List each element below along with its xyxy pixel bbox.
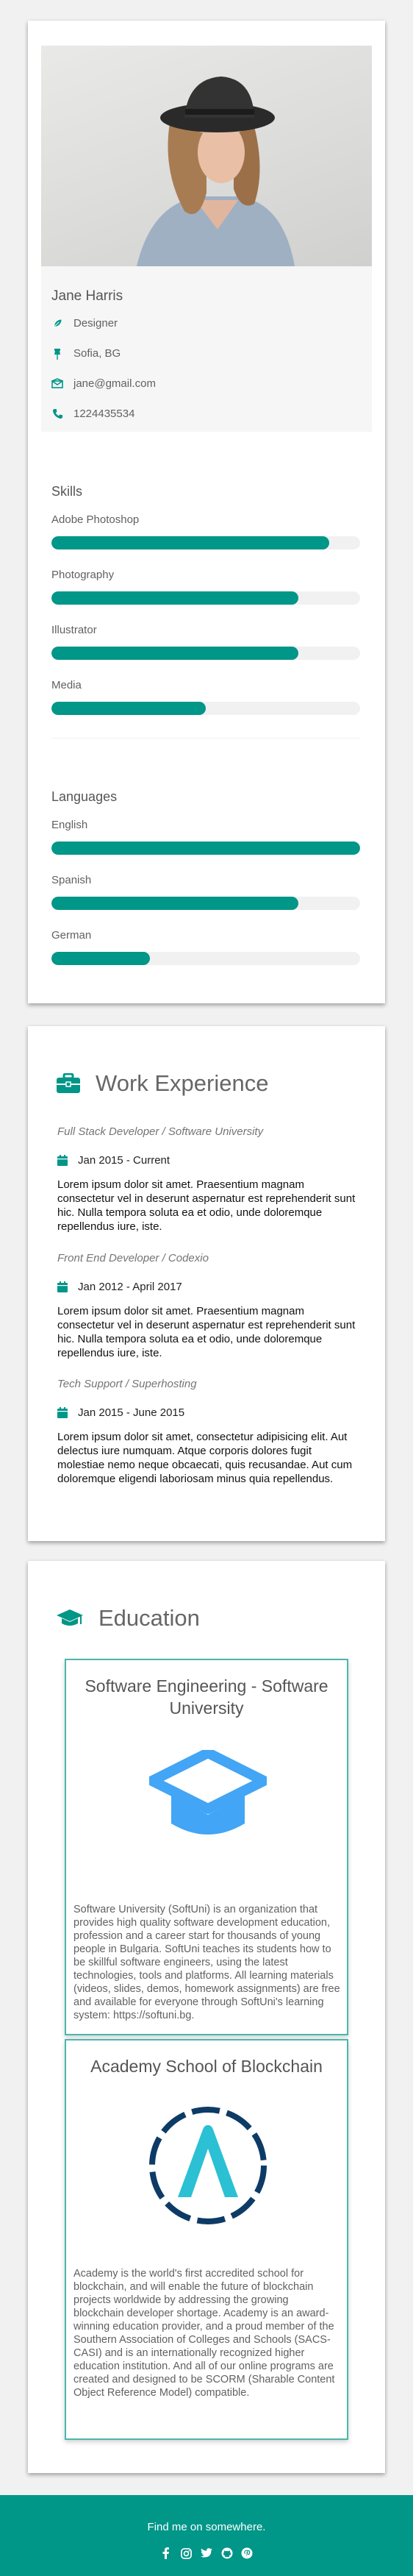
language-progress-fill xyxy=(51,842,360,855)
phone-icon xyxy=(51,408,63,420)
job-date-row: Jan 2015 - June 2015 xyxy=(57,1406,184,1419)
language-progress-bar xyxy=(51,897,360,910)
language-progress-bar xyxy=(51,842,360,855)
skill-progress-bar xyxy=(51,702,360,715)
job-date: Jan 2015 - June 2015 xyxy=(78,1406,185,1419)
profile-name: Jane Harris xyxy=(51,288,123,304)
pinterest-icon[interactable] xyxy=(240,2547,254,2560)
languages-heading: Languages xyxy=(51,789,118,804)
skill-progress-bar xyxy=(51,536,360,549)
job-date: Jan 2012 - April 2017 xyxy=(78,1281,182,1293)
language-progress-fill xyxy=(51,897,298,910)
skill-progress-fill xyxy=(51,647,298,660)
profile-phone[interactable]: 1224435534 xyxy=(73,408,134,420)
language-progress-bar xyxy=(51,952,360,965)
education-card: Education Software Engineering - Softwar… xyxy=(28,1561,385,2473)
envelope-icon xyxy=(51,377,64,390)
skill-progress-fill xyxy=(51,702,206,715)
graduation-cap-icon xyxy=(56,1609,84,1628)
language-label: English xyxy=(51,819,88,831)
profile-job-row: Designer xyxy=(51,317,118,330)
job-description: Lorem ipsum dolor sit amet. Praesentium … xyxy=(57,1305,356,1359)
blockchain-academy-logo xyxy=(146,2103,270,2231)
job-date: Jan 2015 - Current xyxy=(78,1154,170,1167)
job-title: Full Stack Developer / Software Universi… xyxy=(57,1125,264,1138)
skills-divider xyxy=(51,738,360,739)
profile-location-row: Sofia, BG xyxy=(51,347,121,360)
work-experience-title-text: Work Experience xyxy=(96,1070,269,1096)
skill-progress-bar xyxy=(51,591,360,605)
education-item: Software Engineering - Software Universi… xyxy=(65,1659,348,2035)
graduation-cap-logo xyxy=(147,1748,269,1846)
profile-location: Sofia, BG xyxy=(73,347,121,360)
education-title: Education xyxy=(56,1605,200,1632)
education-title-text: Education xyxy=(98,1605,200,1631)
skill-label: Adobe Photoshop xyxy=(51,513,140,526)
profile-job: Designer xyxy=(73,317,118,330)
language-progress-fill xyxy=(51,952,151,965)
feather-icon xyxy=(51,318,63,330)
profile-email[interactable]: jane@gmail.com xyxy=(73,377,156,390)
job-date-row: Jan 2012 - April 2017 xyxy=(57,1281,182,1293)
education-item-name: Academy School of Blockchain xyxy=(90,2057,323,2076)
twitter-icon[interactable] xyxy=(200,2547,213,2560)
education-item-name: Software Engineering - Software Universi… xyxy=(85,1676,328,1718)
skill-progress-fill xyxy=(51,536,329,549)
education-item-description: Software University (SoftUni) is an orga… xyxy=(73,1904,340,2021)
job-description: Lorem ipsum dolor sit amet, consectetur … xyxy=(57,1431,353,1485)
language-label: Spanish xyxy=(51,874,92,886)
instagram-icon[interactable] xyxy=(180,2547,193,2560)
job-date-row: Jan 2015 - Current xyxy=(57,1154,170,1167)
education-item-description: Academy is the world's first accredited … xyxy=(73,2268,335,2399)
footer: Find me on somewhere. xyxy=(0,2495,413,2576)
skill-label: Photography xyxy=(51,569,115,581)
skills-heading: Skills xyxy=(51,484,83,499)
work-experience-title: Work Experience xyxy=(56,1070,268,1097)
job-title: Front End Developer / Codexio xyxy=(57,1252,209,1264)
calendar-icon xyxy=(57,1281,68,1292)
social-links xyxy=(159,2547,254,2560)
job-title: Tech Support / Superhosting xyxy=(57,1378,197,1390)
language-label: German xyxy=(51,929,92,942)
briefcase-icon xyxy=(56,1073,81,1094)
skill-label: Illustrator xyxy=(51,624,97,636)
work-experience-card: Work Experience Full Stack Developer / S… xyxy=(28,1026,385,1541)
profile-phone-row[interactable]: 1224435534 xyxy=(51,408,134,420)
calendar-icon xyxy=(57,1407,68,1418)
profile-email-row[interactable]: jane@gmail.com xyxy=(51,377,156,390)
map-pin-icon xyxy=(51,348,63,360)
education-item: Academy School of Blockchain Academy is … xyxy=(65,2039,348,2440)
facebook-icon[interactable] xyxy=(159,2547,173,2560)
skill-progress-bar xyxy=(51,647,360,660)
profile-card: Jane Harris Designer Sofia, BG jane@gmai… xyxy=(28,21,385,1003)
profile-header: Jane Harris Designer Sofia, BG jane@gmai… xyxy=(41,46,372,432)
github-icon[interactable] xyxy=(220,2547,234,2560)
skill-label: Media xyxy=(51,679,82,691)
footer-text: Find me on somewhere. xyxy=(147,2521,266,2533)
profile-photo xyxy=(41,46,372,266)
job-description: Lorem ipsum dolor sit amet. Praesentium … xyxy=(57,1178,356,1233)
calendar-icon xyxy=(57,1155,68,1166)
skill-progress-fill xyxy=(51,591,298,605)
